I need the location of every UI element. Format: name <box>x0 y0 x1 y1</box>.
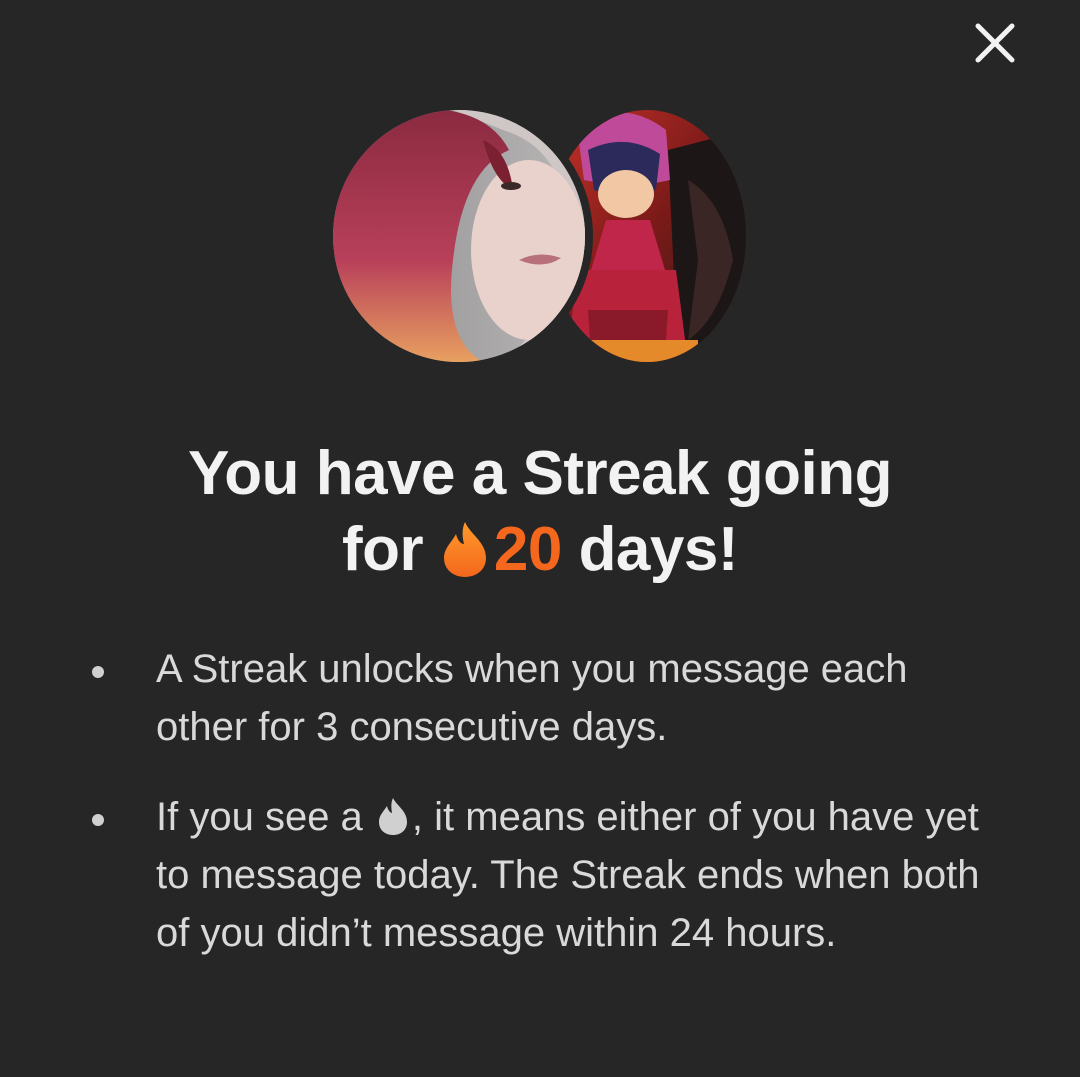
streak-dialog: You have a Streak going for 20 days! A S… <box>0 0 1080 1077</box>
bullet-text: A Streak unlocks when you message each o… <box>156 647 908 749</box>
flame-icon <box>443 522 486 577</box>
list-item: A Streak unlocks when you message each o… <box>90 640 990 756</box>
participant-avatars <box>0 0 1080 380</box>
title-for: for <box>341 515 424 584</box>
title-days: days! <box>578 515 739 584</box>
streak-count: 20 <box>493 515 562 584</box>
grey-flame-icon <box>378 798 407 835</box>
bullet-dot <box>92 814 104 826</box>
list-item: If you see a , it means either of you ha… <box>90 788 990 962</box>
streak-info-list: A Streak unlocks when you message each o… <box>90 640 990 994</box>
title-line-1: You have a Streak going <box>188 439 892 508</box>
avatar-current-user <box>333 110 585 362</box>
streak-title: You have a Streak going for 20 days! <box>60 436 1020 588</box>
bullet-text-before-icon: If you see a <box>156 795 363 839</box>
bullet-dot <box>92 666 104 678</box>
